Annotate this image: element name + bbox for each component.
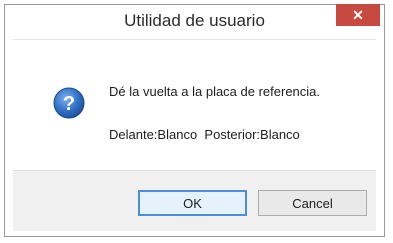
cancel-button[interactable]: Cancel — [258, 190, 367, 216]
message-text: Dé la vuelta a la placa de referencia. — [109, 84, 321, 99]
question-icon: ? — [53, 87, 85, 119]
dialog-window: Utilidad de usuario ✕ ? Dé la vuelta a l… — [4, 4, 385, 237]
window-title: Utilidad de usuario — [124, 11, 265, 30]
title-bar[interactable]: Utilidad de usuario ✕ — [5, 4, 384, 39]
close-button[interactable]: ✕ — [336, 4, 380, 26]
svg-text:?: ? — [63, 93, 75, 115]
close-icon: ✕ — [352, 6, 364, 23]
message-detail: Delante:Blanco Posterior:Blanco — [109, 127, 300, 142]
ok-button[interactable]: OK — [138, 190, 247, 216]
message-area: ? Dé la vuelta a la placa de referencia.… — [13, 39, 376, 169]
button-bar: OK Cancel — [13, 170, 376, 231]
